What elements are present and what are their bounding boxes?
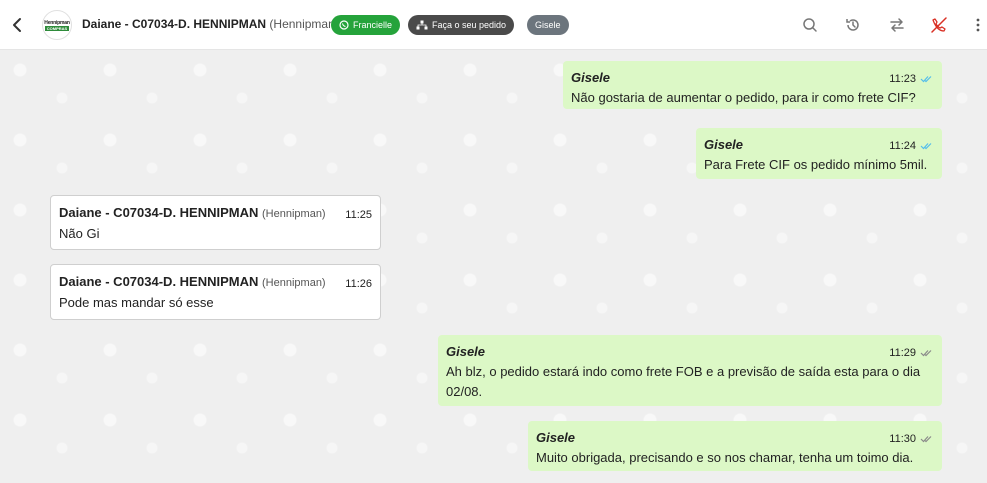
message-meta: 11:23 <box>889 69 934 89</box>
message-time: 11:26 <box>345 278 372 290</box>
message-time: 11:29 <box>889 347 916 359</box>
order-tag[interactable]: Faça o seu pedido <box>408 15 515 35</box>
order-tag-label: Faça o seu pedido <box>432 20 507 30</box>
history-button[interactable] <box>842 14 864 36</box>
message-outgoing[interactable]: Gisele 11:23 Não gostaria de aumentar o … <box>563 61 942 109</box>
message-meta: 11:26 <box>345 274 372 294</box>
sitemap-icon <box>416 20 428 30</box>
agent-tag[interactable]: Gisele <box>527 15 569 35</box>
more-options-button[interactable] <box>972 14 984 36</box>
message-sender-company: (Hennipman) <box>262 208 326 220</box>
more-vertical-icon <box>976 18 980 32</box>
back-button[interactable] <box>6 13 28 37</box>
transfer-icon <box>890 18 904 32</box>
contact-name[interactable]: Daiane - C07034-D. HENNIPMAN (Hennipman) <box>82 17 339 31</box>
message-meta: 11:30 <box>889 429 934 449</box>
message-incoming[interactable]: Daiane - C07034-D. HENNIPMAN (Hennipman)… <box>50 195 381 250</box>
read-ticks-icon <box>920 76 932 83</box>
avatar-logo-subtext: COMPRAS <box>44 25 70 31</box>
history-icon <box>846 19 859 31</box>
whatsapp-connection-tag[interactable]: Francielle <box>331 15 401 35</box>
whatsapp-icon <box>339 20 349 30</box>
contact-avatar[interactable]: Hennipman COMPRAS <box>42 10 72 40</box>
message-outgoing[interactable]: Gisele 11:30 Muito obrigada, precisando … <box>528 421 942 471</box>
search-icon <box>803 18 817 32</box>
search-button[interactable] <box>799 14 821 36</box>
message-text: Não Gi <box>59 226 100 241</box>
end-call-icon <box>931 17 947 33</box>
message-outgoing[interactable]: Gisele 11:29 Ah blz, o pedido estará ind… <box>438 335 942 406</box>
message-sender: Gisele <box>571 70 611 85</box>
delivered-ticks-icon <box>920 436 932 443</box>
message-time: 11:25 <box>345 209 372 221</box>
message-text: Ah blz, o pedido estará indo como frete … <box>446 364 921 399</box>
message-text: Muito obrigada, precisando e so nos cham… <box>536 450 914 465</box>
message-text: Não gostaria de aumentar o pedido, para … <box>571 90 916 105</box>
message-meta: 11:24 <box>889 136 934 156</box>
transfer-button[interactable] <box>886 14 908 36</box>
message-sender-company: (Hennipman) <box>262 277 326 289</box>
chat-header: Hennipman COMPRAS Daiane - C07034-D. HEN… <box>0 0 987 50</box>
end-chat-button[interactable] <box>928 14 950 36</box>
message-list[interactable]: Gisele 11:23 Não gostaria de aumentar o … <box>0 50 987 483</box>
message-sender: Gisele <box>446 344 486 359</box>
message-incoming[interactable]: Daiane - C07034-D. HENNIPMAN (Hennipman)… <box>50 264 381 320</box>
message-sender-name: Daiane - C07034-D. HENNIPMAN <box>59 205 259 220</box>
message-sender: Daiane - C07034-D. HENNIPMAN (Hennipman) <box>59 272 372 293</box>
message-time: 11:24 <box>889 140 916 152</box>
contact-company: (Hennipman) <box>269 17 339 31</box>
message-time: 11:23 <box>889 73 916 85</box>
message-sender-name: Daiane - C07034-D. HENNIPMAN <box>59 274 259 289</box>
message-sender: Daiane - C07034-D. HENNIPMAN (Hennipman) <box>59 203 372 224</box>
message-meta: 11:25 <box>345 205 372 225</box>
delivered-ticks-icon <box>920 350 932 357</box>
contact-name-text: Daiane - C07034-D. HENNIPMAN <box>82 17 267 31</box>
message-text: Pode mas mandar só esse <box>59 295 214 310</box>
message-outgoing[interactable]: Gisele 11:24 Para Frete CIF os pedido mí… <box>696 128 942 179</box>
message-text: Para Frete CIF os pedido mínimo 5mil. <box>704 157 928 172</box>
message-sender: Gisele <box>536 430 576 445</box>
message-meta: 11:29 <box>889 343 934 363</box>
message-time: 11:30 <box>889 433 916 445</box>
whatsapp-tag-label: Francielle <box>353 20 393 30</box>
read-ticks-icon <box>920 143 932 150</box>
chevron-left-icon <box>13 18 21 32</box>
agent-tag-label: Gisele <box>535 20 561 30</box>
